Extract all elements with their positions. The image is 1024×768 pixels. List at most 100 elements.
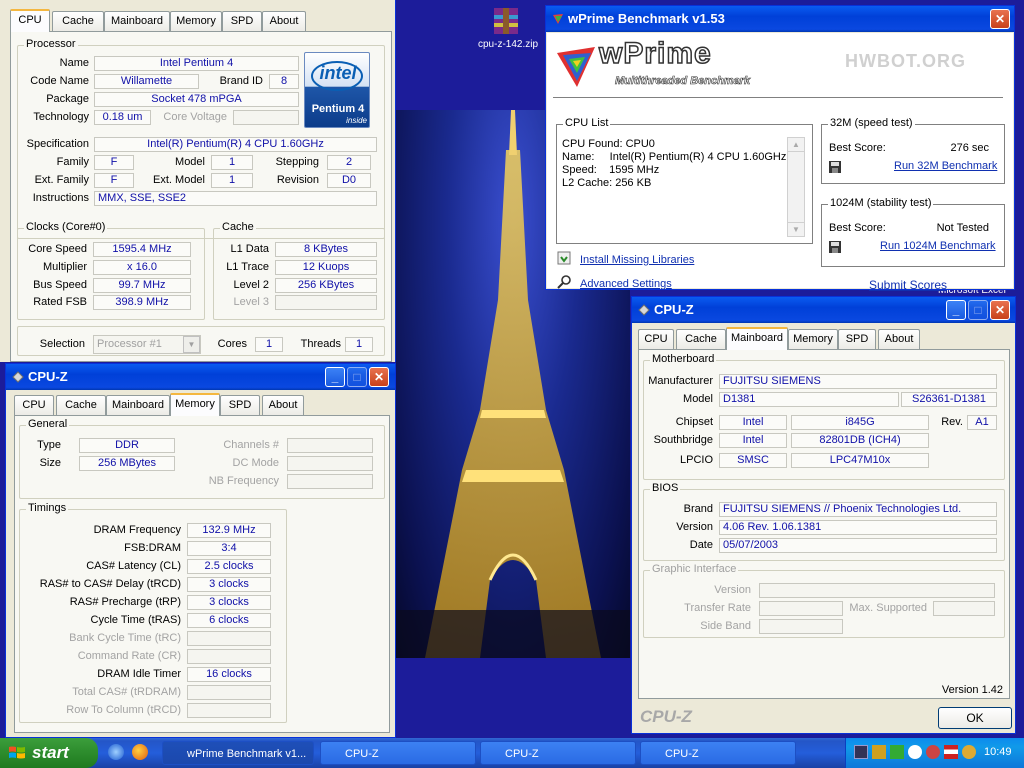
tab-cpu[interactable]: CPU	[10, 9, 50, 32]
tray-clock: 10:49	[984, 746, 1012, 758]
bios-version-label: Version	[676, 521, 713, 533]
busspeed-label: Bus Speed	[33, 279, 87, 291]
level2-value: 256 KBytes	[275, 278, 377, 293]
side-band-value	[759, 619, 843, 634]
taskbar-item-cpuz[interactable]: CPU-Z	[640, 741, 796, 765]
winrar-archive-icon[interactable]	[490, 6, 522, 36]
windows-logo-icon	[9, 746, 25, 759]
taskbar-item-label: CPU-Z	[345, 748, 379, 760]
cpuz-memory-tabs: CPU Cache Mainboard Memory SPD About	[14, 393, 394, 416]
tab-mainboard[interactable]: Mainboard	[106, 395, 170, 415]
cpuz-memory-window: CPU-Z _ □ ✕ CPU Cache Mainboard Memory S…	[5, 363, 396, 738]
scroll-down-icon[interactable]: ▼	[788, 222, 804, 236]
tab-cache[interactable]: Cache	[56, 395, 106, 415]
tab-cpu[interactable]: CPU	[638, 329, 674, 349]
floppy-disk-icon	[829, 161, 841, 173]
desktop-icon[interactable]	[108, 744, 124, 760]
model2-value: S26361-D1381	[901, 392, 997, 407]
tray-app-icon[interactable]	[926, 745, 940, 759]
timing-label: RAS# to CAS# Delay (tRCD)	[39, 578, 181, 590]
tray-flag-icon[interactable]	[944, 745, 958, 759]
run-1024m-link[interactable]: Run 1024M Benchmark	[880, 240, 996, 252]
tab-memory[interactable]: Memory	[788, 329, 838, 349]
name-value: Intel Pentium 4	[94, 56, 299, 71]
close-button[interactable]: ✕	[990, 300, 1010, 320]
tab-cpu[interactable]: CPU	[14, 395, 54, 415]
cpulist-scrollbar[interactable]: ▲ ▼	[787, 137, 805, 237]
cpuz-app-icon	[638, 304, 650, 316]
tab-spd[interactable]: SPD	[838, 329, 876, 349]
start-button[interactable]: start	[0, 738, 98, 768]
max-supported-value	[933, 601, 995, 616]
lpcio-label: LPCIO	[679, 454, 713, 466]
wprime-app-icon	[553, 14, 563, 24]
floppy-disk-icon	[829, 241, 841, 253]
maximize-button[interactable]: □	[347, 367, 367, 387]
manufacturer-label: Manufacturer	[648, 375, 713, 387]
run-32m-link[interactable]: Run 32M Benchmark	[894, 160, 997, 172]
tray-app-icon[interactable]	[890, 745, 904, 759]
test32-best-value: 276 sec	[950, 142, 989, 154]
ratedfsb-value: 398.9 MHz	[93, 295, 191, 310]
timing-value: 6 clocks	[187, 613, 271, 628]
tab-cache[interactable]: Cache	[676, 329, 726, 349]
transfer-rate-label: Transfer Rate	[684, 602, 751, 614]
cpuz-brand-text: CPU-Z	[640, 707, 692, 726]
submit-scores-link[interactable]: Submit Scores	[869, 278, 947, 292]
wprime-titlebar[interactable]: wPrime Benchmark v1.53	[546, 6, 1014, 32]
nbfreq-label: NB Frequency	[208, 475, 279, 487]
wprime-logo-icon	[557, 47, 595, 87]
close-button[interactable]: ✕	[990, 9, 1010, 29]
tray-app-icon[interactable]	[908, 745, 922, 759]
advanced-settings-link[interactable]: Advanced Settings	[580, 278, 672, 290]
processor-group-label: Processor	[24, 38, 78, 50]
tab-about[interactable]: About	[262, 395, 304, 415]
tab-spd[interactable]: SPD	[220, 395, 260, 415]
firefox-icon[interactable]	[132, 744, 148, 760]
chipset-value: i845G	[791, 415, 929, 430]
tab-mainboard[interactable]: Mainboard	[726, 327, 788, 350]
cpuz-app-icon	[12, 371, 24, 383]
timing-value: 3 clocks	[187, 595, 271, 610]
taskbar-item-wprime[interactable]: wPrime Benchmark v1...	[162, 741, 314, 765]
lpcio-value: LPC47M10x	[791, 453, 929, 468]
taskbar-item-cpuz[interactable]: CPU-Z	[320, 741, 476, 765]
ok-button[interactable]: OK	[938, 707, 1012, 729]
brandid-label: Brand ID	[219, 75, 263, 87]
tab-memory[interactable]: Memory	[170, 11, 222, 31]
hwbot-logo: HWBOT.ORG	[845, 51, 966, 71]
tray-app-icon[interactable]	[962, 745, 976, 759]
clocks-group-label: Clocks (Core#0)	[24, 221, 108, 233]
tab-mainboard[interactable]: Mainboard	[104, 11, 170, 31]
cpulist-line: Speed: 1595 MHz	[562, 164, 660, 176]
cache-group-label: Cache	[220, 221, 256, 233]
family-value: F	[94, 155, 134, 170]
family-label: Family	[56, 156, 89, 168]
install-libraries-link[interactable]: Install Missing Libraries	[580, 254, 694, 266]
revision-value: D0	[327, 173, 371, 188]
cores-label: Cores	[217, 338, 247, 350]
technology-label: Technology	[33, 111, 89, 123]
tab-about[interactable]: About	[262, 11, 306, 31]
bios-brand-value: FUJITSU SIEMENS // Phoenix Technologies …	[719, 502, 997, 517]
desktop-icon-label[interactable]: cpu-z-142.zip	[472, 39, 544, 50]
cpuz-mainboard-window: CPU-Z _ □ ✕ CPU Cache Mainboard Memory S…	[631, 296, 1016, 734]
minimize-button[interactable]: _	[325, 367, 345, 387]
close-button[interactable]: ✕	[369, 367, 389, 387]
bios-brand-label: Brand	[683, 503, 713, 515]
tab-about[interactable]: About	[878, 329, 920, 349]
tab-cache[interactable]: Cache	[52, 11, 104, 31]
tab-spd[interactable]: SPD	[222, 11, 262, 31]
model-value: 1	[211, 155, 253, 170]
chevron-down-icon[interactable]: ▼	[183, 336, 200, 353]
taskbar-item-cpuz[interactable]: CPU-Z	[480, 741, 636, 765]
nbfreq-value	[287, 474, 373, 489]
tab-memory[interactable]: Memory	[170, 393, 220, 416]
tray-network-icon[interactable]	[854, 745, 868, 759]
maximize-button[interactable]: □	[968, 300, 988, 320]
corespeed-value: 1595.4 MHz	[93, 242, 191, 257]
scroll-up-icon[interactable]: ▲	[788, 138, 804, 152]
minimize-button[interactable]: _	[946, 300, 966, 320]
tray-app-icon[interactable]	[872, 745, 886, 759]
wprime-body: wPrime Multithreaded Benchmark HWBOT.ORG…	[547, 33, 1013, 292]
